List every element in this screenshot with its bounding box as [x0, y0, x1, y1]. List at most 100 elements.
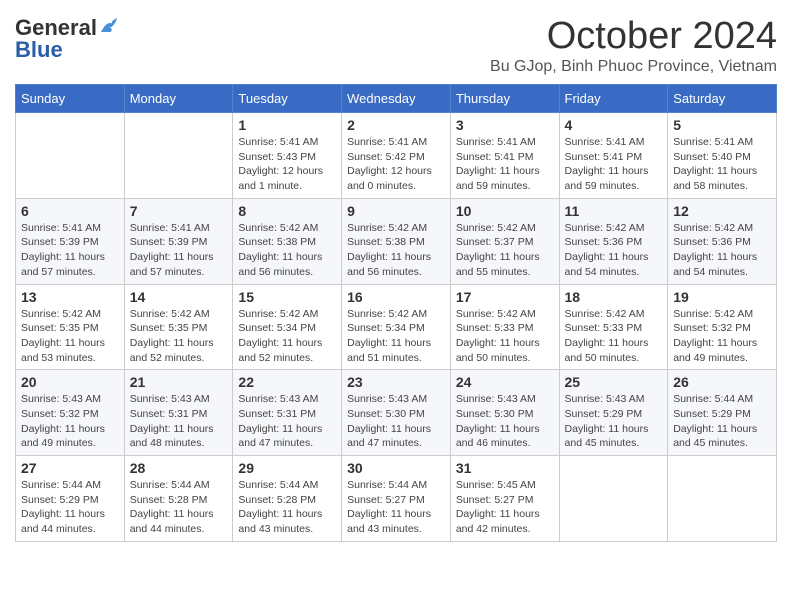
- day-number: 29: [238, 460, 336, 476]
- daylight-text: Daylight: 11 hours and 44 minutes.: [21, 508, 105, 535]
- sunset-text: Sunset: 5:33 PM: [456, 322, 534, 334]
- day-info: Sunrise: 5:42 AM Sunset: 5:35 PM Dayligh…: [21, 307, 119, 366]
- day-number: 31: [456, 460, 554, 476]
- day-info: Sunrise: 5:43 AM Sunset: 5:29 PM Dayligh…: [565, 392, 663, 451]
- day-info: Sunrise: 5:42 AM Sunset: 5:33 PM Dayligh…: [456, 307, 554, 366]
- calendar-cell: 31 Sunrise: 5:45 AM Sunset: 5:27 PM Dayl…: [450, 456, 559, 542]
- day-number: 18: [565, 289, 663, 305]
- day-info: Sunrise: 5:44 AM Sunset: 5:27 PM Dayligh…: [347, 478, 445, 537]
- sunrise-text: Sunrise: 5:42 AM: [456, 222, 536, 234]
- sunset-text: Sunset: 5:29 PM: [673, 408, 751, 420]
- daylight-text: Daylight: 11 hours and 48 minutes.: [130, 423, 214, 450]
- day-number: 22: [238, 374, 336, 390]
- calendar-cell: 17 Sunrise: 5:42 AM Sunset: 5:33 PM Dayl…: [450, 284, 559, 370]
- day-info: Sunrise: 5:41 AM Sunset: 5:42 PM Dayligh…: [347, 135, 445, 194]
- sunrise-text: Sunrise: 5:41 AM: [347, 136, 427, 148]
- day-number: 26: [673, 374, 771, 390]
- location: Bu GJop, Binh Phuoc Province, Vietnam: [490, 58, 777, 76]
- col-saturday: Saturday: [668, 85, 777, 113]
- daylight-text: Daylight: 11 hours and 54 minutes.: [565, 251, 649, 278]
- day-number: 30: [347, 460, 445, 476]
- sunrise-text: Sunrise: 5:44 AM: [21, 479, 101, 491]
- daylight-text: Daylight: 11 hours and 57 minutes.: [130, 251, 214, 278]
- daylight-text: Daylight: 11 hours and 58 minutes.: [673, 165, 757, 192]
- sunrise-text: Sunrise: 5:42 AM: [673, 308, 753, 320]
- day-info: Sunrise: 5:41 AM Sunset: 5:40 PM Dayligh…: [673, 135, 771, 194]
- daylight-text: Daylight: 11 hours and 45 minutes.: [565, 423, 649, 450]
- day-number: 24: [456, 374, 554, 390]
- day-number: 6: [21, 203, 119, 219]
- sunrise-text: Sunrise: 5:44 AM: [347, 479, 427, 491]
- calendar-cell: 11 Sunrise: 5:42 AM Sunset: 5:36 PM Dayl…: [559, 198, 668, 284]
- daylight-text: Daylight: 11 hours and 52 minutes.: [130, 337, 214, 364]
- col-wednesday: Wednesday: [342, 85, 451, 113]
- col-sunday: Sunday: [16, 85, 125, 113]
- daylight-text: Daylight: 11 hours and 50 minutes.: [456, 337, 540, 364]
- sunrise-text: Sunrise: 5:41 AM: [456, 136, 536, 148]
- sunrise-text: Sunrise: 5:43 AM: [565, 393, 645, 405]
- daylight-text: Daylight: 11 hours and 56 minutes.: [238, 251, 322, 278]
- day-number: 20: [21, 374, 119, 390]
- sunrise-text: Sunrise: 5:44 AM: [130, 479, 210, 491]
- sunrise-text: Sunrise: 5:42 AM: [347, 222, 427, 234]
- sunrise-text: Sunrise: 5:41 AM: [21, 222, 101, 234]
- day-number: 8: [238, 203, 336, 219]
- day-info: Sunrise: 5:41 AM Sunset: 5:43 PM Dayligh…: [238, 135, 336, 194]
- sunset-text: Sunset: 5:37 PM: [456, 236, 534, 248]
- calendar-cell: 18 Sunrise: 5:42 AM Sunset: 5:33 PM Dayl…: [559, 284, 668, 370]
- day-number: 28: [130, 460, 228, 476]
- title-section: October 2024 Bu GJop, Binh Phuoc Provinc…: [490, 15, 777, 76]
- sunset-text: Sunset: 5:30 PM: [456, 408, 534, 420]
- sunset-text: Sunset: 5:28 PM: [238, 494, 316, 506]
- daylight-text: Daylight: 11 hours and 50 minutes.: [565, 337, 649, 364]
- sunset-text: Sunset: 5:41 PM: [565, 151, 643, 163]
- day-number: 9: [347, 203, 445, 219]
- calendar-cell: 26 Sunrise: 5:44 AM Sunset: 5:29 PM Dayl…: [668, 370, 777, 456]
- sunset-text: Sunset: 5:29 PM: [565, 408, 643, 420]
- daylight-text: Daylight: 11 hours and 49 minutes.: [21, 423, 105, 450]
- daylight-text: Daylight: 11 hours and 57 minutes.: [21, 251, 105, 278]
- sunrise-text: Sunrise: 5:41 AM: [130, 222, 210, 234]
- calendar-cell: 22 Sunrise: 5:43 AM Sunset: 5:31 PM Dayl…: [233, 370, 342, 456]
- day-number: 13: [21, 289, 119, 305]
- calendar-cell: 15 Sunrise: 5:42 AM Sunset: 5:34 PM Dayl…: [233, 284, 342, 370]
- sunset-text: Sunset: 5:27 PM: [456, 494, 534, 506]
- sunrise-text: Sunrise: 5:43 AM: [238, 393, 318, 405]
- day-info: Sunrise: 5:43 AM Sunset: 5:30 PM Dayligh…: [347, 392, 445, 451]
- daylight-text: Daylight: 11 hours and 54 minutes.: [673, 251, 757, 278]
- calendar-cell: [559, 456, 668, 542]
- day-info: Sunrise: 5:42 AM Sunset: 5:35 PM Dayligh…: [130, 307, 228, 366]
- sunset-text: Sunset: 5:29 PM: [21, 494, 99, 506]
- daylight-text: Daylight: 11 hours and 56 minutes.: [347, 251, 431, 278]
- sunrise-text: Sunrise: 5:41 AM: [238, 136, 318, 148]
- day-number: 2: [347, 117, 445, 133]
- sunset-text: Sunset: 5:42 PM: [347, 151, 425, 163]
- calendar-cell: 25 Sunrise: 5:43 AM Sunset: 5:29 PM Dayl…: [559, 370, 668, 456]
- day-info: Sunrise: 5:42 AM Sunset: 5:38 PM Dayligh…: [238, 221, 336, 280]
- calendar-cell: 23 Sunrise: 5:43 AM Sunset: 5:30 PM Dayl…: [342, 370, 451, 456]
- sunset-text: Sunset: 5:39 PM: [21, 236, 99, 248]
- day-info: Sunrise: 5:42 AM Sunset: 5:38 PM Dayligh…: [347, 221, 445, 280]
- sunrise-text: Sunrise: 5:42 AM: [21, 308, 101, 320]
- daylight-text: Daylight: 11 hours and 55 minutes.: [456, 251, 540, 278]
- calendar-cell: 19 Sunrise: 5:42 AM Sunset: 5:32 PM Dayl…: [668, 284, 777, 370]
- calendar-cell: [668, 456, 777, 542]
- day-number: 3: [456, 117, 554, 133]
- daylight-text: Daylight: 11 hours and 43 minutes.: [238, 508, 322, 535]
- day-number: 14: [130, 289, 228, 305]
- day-info: Sunrise: 5:41 AM Sunset: 5:41 PM Dayligh…: [456, 135, 554, 194]
- sunrise-text: Sunrise: 5:42 AM: [347, 308, 427, 320]
- sunrise-text: Sunrise: 5:43 AM: [456, 393, 536, 405]
- calendar-cell: 13 Sunrise: 5:42 AM Sunset: 5:35 PM Dayl…: [16, 284, 125, 370]
- sunset-text: Sunset: 5:38 PM: [347, 236, 425, 248]
- daylight-text: Daylight: 11 hours and 53 minutes.: [21, 337, 105, 364]
- day-info: Sunrise: 5:44 AM Sunset: 5:29 PM Dayligh…: [673, 392, 771, 451]
- sunset-text: Sunset: 5:33 PM: [565, 322, 643, 334]
- calendar-cell: 16 Sunrise: 5:42 AM Sunset: 5:34 PM Dayl…: [342, 284, 451, 370]
- sunset-text: Sunset: 5:34 PM: [347, 322, 425, 334]
- logo-bird-icon: [99, 18, 121, 36]
- logo: General Blue: [15, 15, 121, 63]
- day-number: 21: [130, 374, 228, 390]
- day-number: 25: [565, 374, 663, 390]
- day-info: Sunrise: 5:42 AM Sunset: 5:34 PM Dayligh…: [238, 307, 336, 366]
